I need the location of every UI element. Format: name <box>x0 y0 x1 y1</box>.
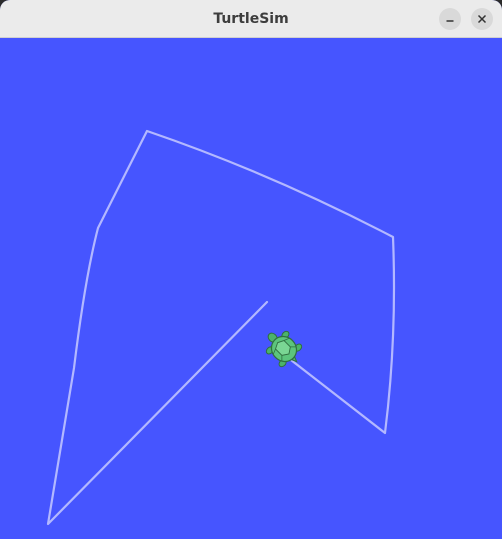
minimize-button[interactable] <box>439 8 461 30</box>
window-title: TurtleSim <box>213 11 289 27</box>
title-bar[interactable]: TurtleSim <box>0 0 502 38</box>
canvas-drawing <box>0 38 502 539</box>
turtle-canvas <box>0 38 502 539</box>
turtlesim-window: TurtleSim <box>0 0 502 539</box>
close-icon <box>477 14 487 24</box>
close-button[interactable] <box>471 8 493 30</box>
canvas-background <box>0 38 502 539</box>
minimize-icon <box>446 20 454 22</box>
